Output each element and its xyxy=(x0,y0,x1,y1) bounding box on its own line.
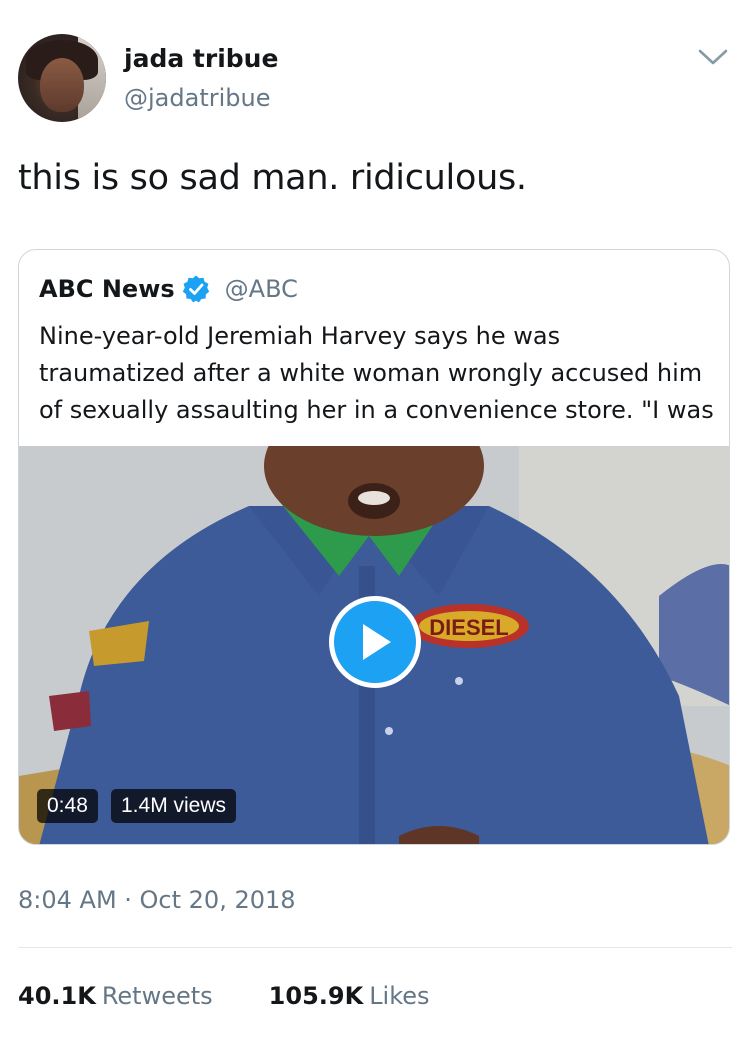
retweets-count: 40.1K xyxy=(18,982,96,1010)
video-duration-badge: 0:48 xyxy=(37,789,98,823)
avatar[interactable] xyxy=(18,34,106,122)
likes-stat[interactable]: 105.9K Likes xyxy=(269,982,430,1010)
retweets-stat[interactable]: 40.1K Retweets xyxy=(18,982,213,1010)
tweet-timestamp[interactable]: 8:04 AM · Oct 20, 2018 xyxy=(18,886,296,914)
video-views-badge: 1.4M views xyxy=(111,789,237,823)
likes-label: Likes xyxy=(369,982,430,1010)
verified-badge-icon xyxy=(182,275,209,303)
tweet-stats: 40.1K Retweets 105.9K Likes xyxy=(18,982,486,1010)
quoted-author-handle[interactable]: @ABC xyxy=(225,275,298,303)
retweets-label: Retweets xyxy=(101,982,213,1010)
divider xyxy=(18,947,732,948)
play-button[interactable] xyxy=(329,596,421,688)
quoted-author-name[interactable]: ABC News xyxy=(39,275,175,303)
chevron-down-icon[interactable] xyxy=(696,44,730,70)
quoted-tweet-card[interactable]: ABC News @ABC Nine-year-old Jeremiah Har… xyxy=(18,249,730,845)
video-player[interactable]: DIESEL 0:48 1.4M views xyxy=(19,446,729,844)
quoted-tweet-header: ABC News @ABC xyxy=(39,274,298,304)
quoted-tweet-text: Nine-year-old Jeremiah Harvey says he wa… xyxy=(39,322,714,424)
jacket-patch-text: DIESEL xyxy=(429,615,508,640)
play-icon xyxy=(363,624,391,660)
likes-count: 105.9K xyxy=(268,982,364,1010)
author-name[interactable]: jada tribue xyxy=(124,44,278,73)
tweet-text: this is so sad man. ridiculous. xyxy=(18,158,527,198)
author-handle[interactable]: @jadatribue xyxy=(124,84,270,112)
avatar-face xyxy=(40,58,84,112)
